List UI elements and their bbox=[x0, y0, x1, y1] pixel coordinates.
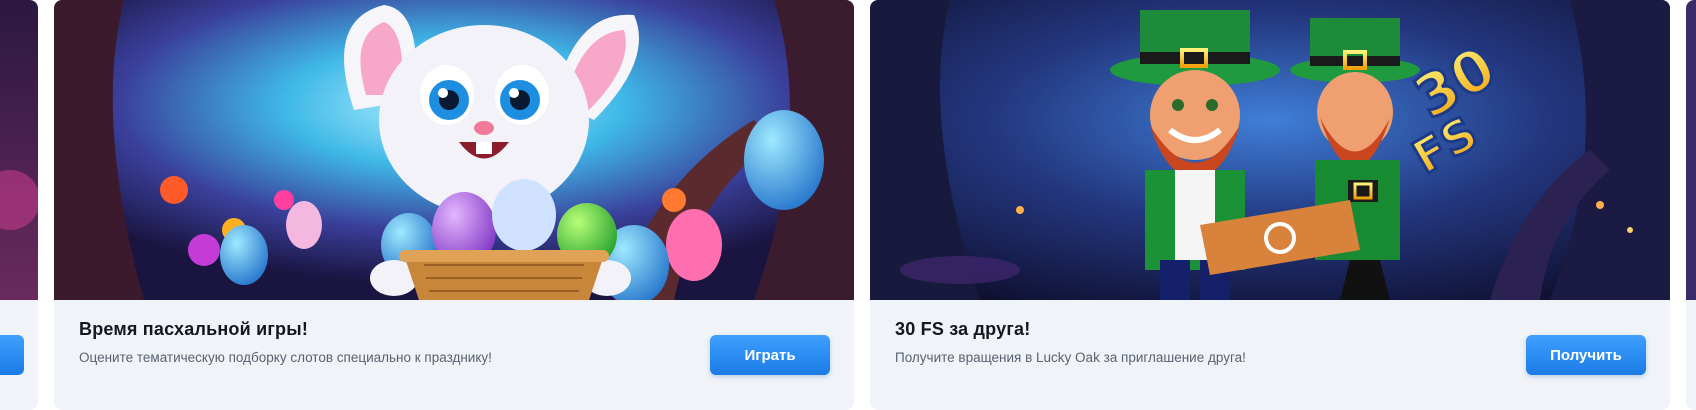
promo-card-partial-right[interactable] bbox=[1686, 0, 1696, 410]
promo-image-partial bbox=[1686, 0, 1696, 300]
easter-bunny-image bbox=[54, 0, 854, 300]
promo-image-partial bbox=[0, 0, 38, 300]
partial-card-button[interactable] bbox=[0, 335, 24, 375]
play-button[interactable]: Играть bbox=[710, 335, 830, 375]
claim-button[interactable]: Получить bbox=[1526, 335, 1646, 375]
promo-card-partial-left[interactable] bbox=[0, 0, 38, 410]
promo-card-easter: Время пасхальной игры! Оцените тематичес… bbox=[54, 0, 854, 410]
promo-title: 30 FS за друга! bbox=[895, 319, 1031, 339]
promo-description: Оцените тематическую подборку слотов спе… bbox=[79, 350, 492, 365]
leprechauns-image: 30 FS bbox=[870, 0, 1670, 300]
promo-card-referral: 30 FS 30 FS за друга! Получите вращения … bbox=[870, 0, 1670, 410]
promo-description: Получите вращения в Lucky Oak за приглаш… bbox=[895, 350, 1246, 365]
promo-title: Время пасхальной игры! bbox=[79, 319, 309, 339]
